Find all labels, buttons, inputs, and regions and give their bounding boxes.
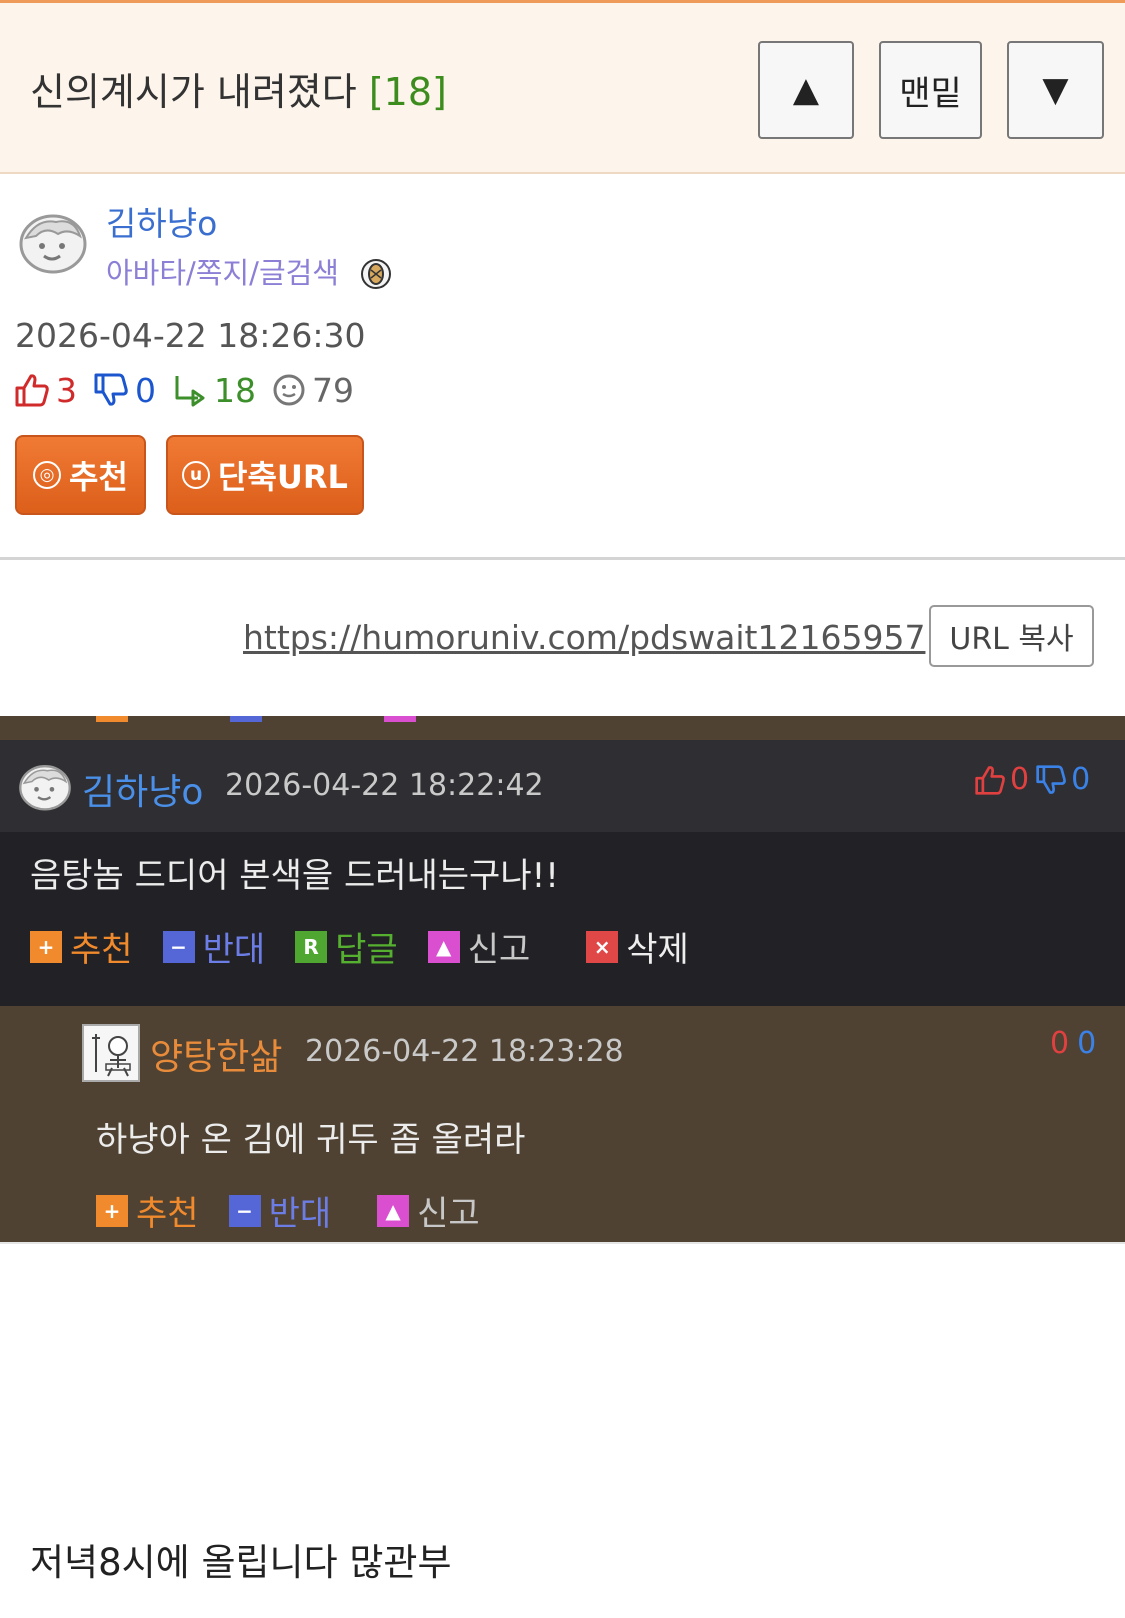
author-menu-links[interactable]: 아바타/쪽지/글검색 — [106, 250, 339, 292]
scroll-up-button[interactable]: ▲ — [758, 41, 854, 139]
minus-icon: − — [228, 1194, 261, 1227]
cut-report-fragment — [384, 716, 416, 722]
reply-count: 18 — [214, 370, 256, 410]
comment-count: [18] — [368, 70, 447, 114]
reply-date: 2026-04-22 18:23:28 — [305, 1034, 624, 1069]
post-body-text: 저녁8시에 올립니다 많관부 — [30, 1541, 452, 1584]
upvote-count: 3 — [56, 370, 77, 410]
reply-oppose-button[interactable]: − 반대 — [228, 1186, 332, 1235]
section-divider — [0, 557, 1125, 560]
comment-report-label: 신고 — [467, 930, 531, 970]
reply-report-button[interactable]: ▲ 신고 — [377, 1186, 480, 1235]
reply-report-label: 신고 — [417, 1194, 480, 1234]
delete-x-icon: × — [586, 930, 619, 963]
smiling-face-avatar-icon[interactable] — [18, 212, 88, 274]
reply-recommend-button[interactable]: + 추천 — [96, 1186, 199, 1235]
recommend-button[interactable]: ◎ 추천 — [15, 435, 146, 515]
smiling-face-avatar-icon[interactable] — [18, 762, 72, 812]
view-count: 79 — [312, 370, 354, 410]
smiley-view-icon — [273, 374, 305, 406]
thumbs-up-icon — [975, 765, 1005, 795]
comment-list: 김하냥o 2026-04-22 18:22:42 0 0 음탕놈 드디어 본색을… — [0, 716, 1125, 1242]
reply-comment: 양탕한삶 2026-04-22 18:23:28 0 0 하냥아 온 김에 귀두… — [0, 1006, 1125, 1242]
author-name[interactable]: 김하냥o — [106, 197, 217, 245]
stick-figure-avatar-icon[interactable] — [82, 1024, 140, 1082]
scroll-bottom-button[interactable]: 맨밑 — [879, 41, 982, 139]
reply-author[interactable]: 양탕한삶 — [150, 1028, 282, 1080]
comment-down-count: 0 — [1071, 762, 1091, 797]
minus-icon: − — [162, 930, 195, 963]
comment-votes: 0 0 — [974, 762, 1090, 797]
scroll-down-button[interactable]: ▼ — [1007, 41, 1104, 139]
upvote-stat: 3 — [14, 371, 77, 410]
recommend-label: 추천 — [69, 458, 128, 496]
reply-arrow-icon — [175, 376, 205, 407]
comment-actions: + 추천 − 반대 R 답글 ▲ 신고 × 삭제 — [30, 922, 719, 971]
comment-delete-label: 삭제 — [626, 930, 689, 970]
comment-reply-button[interactable]: R 답글 — [295, 922, 398, 971]
comments-bottom-divider — [0, 1242, 1125, 1244]
recommend-icon: ◎ — [33, 461, 62, 489]
url-copy-button[interactable]: URL 복사 — [929, 605, 1094, 667]
thumbs-down-icon — [1036, 764, 1066, 794]
short-url-icon: u — [182, 461, 211, 489]
thumbs-down-icon — [94, 373, 128, 406]
reply-actions: + 추천 − 반대 ▲ 신고 — [96, 1186, 510, 1235]
reply-oppose-label: 반대 — [268, 1194, 332, 1234]
plus-icon: + — [96, 1194, 128, 1227]
siren-icon: ▲ — [427, 930, 460, 963]
comment-oppose-button[interactable]: − 반대 — [162, 922, 266, 971]
comment-recommend-button[interactable]: + 추천 — [30, 922, 133, 971]
comment-header: 김하냥o 2026-04-22 18:22:42 0 0 — [0, 740, 1125, 832]
comment-recommend-label: 추천 — [70, 930, 133, 970]
post-title: 신의계시가 내려졌다 [18] — [30, 61, 447, 116]
reply-up-count: 0 — [1050, 1026, 1070, 1061]
comment-delete-button[interactable]: × 삭제 — [586, 922, 689, 971]
comment-up-count: 0 — [1010, 762, 1030, 797]
reply-down-count: 0 — [1077, 1026, 1097, 1061]
comment-reply-label: 답글 — [335, 930, 398, 970]
previous-comment-fragment — [0, 716, 1125, 740]
reply-r-icon: R — [295, 930, 328, 963]
cut-oppose-fragment — [230, 716, 262, 722]
post-header: 신의계시가 내려졌다 [18] ▲ 맨밑 ▼ — [0, 0, 1125, 174]
siren-icon: ▲ — [377, 1194, 410, 1227]
view-stat: 79 — [272, 371, 354, 410]
comment-author[interactable]: 김하냥o — [82, 763, 203, 815]
comment-oppose-label: 반대 — [202, 930, 266, 970]
post-stats: 3 0 18 79 — [14, 370, 370, 410]
comment-body: 음탕놈 드디어 본색을 드러내는구나!! + 추천 − 반대 R 답글 ▲ 신고… — [0, 832, 1125, 1006]
comment-text: 음탕놈 드디어 본색을 드러내는구나!! — [30, 856, 559, 896]
comment-report-button[interactable]: ▲ 신고 — [427, 922, 531, 971]
reply-recommend-label: 추천 — [136, 1194, 199, 1234]
short-url-label: 단축URL — [218, 458, 348, 496]
plus-icon: + — [30, 930, 62, 963]
reply-votes: 0 0 — [1050, 1026, 1096, 1061]
short-url-button[interactable]: u 단축URL — [166, 435, 364, 515]
post-date: 2026-04-22 18:26:30 — [15, 316, 366, 355]
peanut-badge-icon — [361, 259, 391, 289]
downvote-stat: 0 — [93, 371, 156, 410]
post-url-link[interactable]: https://humoruniv.com/pdswait12165957 — [243, 618, 925, 657]
post-title-text: 신의계시가 내려졌다 — [30, 70, 357, 114]
reply-text: 하냥아 온 김에 귀두 좀 올려라 — [96, 1120, 526, 1160]
downvote-count: 0 — [135, 370, 156, 410]
cut-recommend-fragment — [96, 716, 128, 722]
thumbs-up-icon — [15, 374, 49, 407]
comment-date: 2026-04-22 18:22:42 — [225, 768, 544, 803]
reply-stat: 18 — [172, 371, 256, 410]
